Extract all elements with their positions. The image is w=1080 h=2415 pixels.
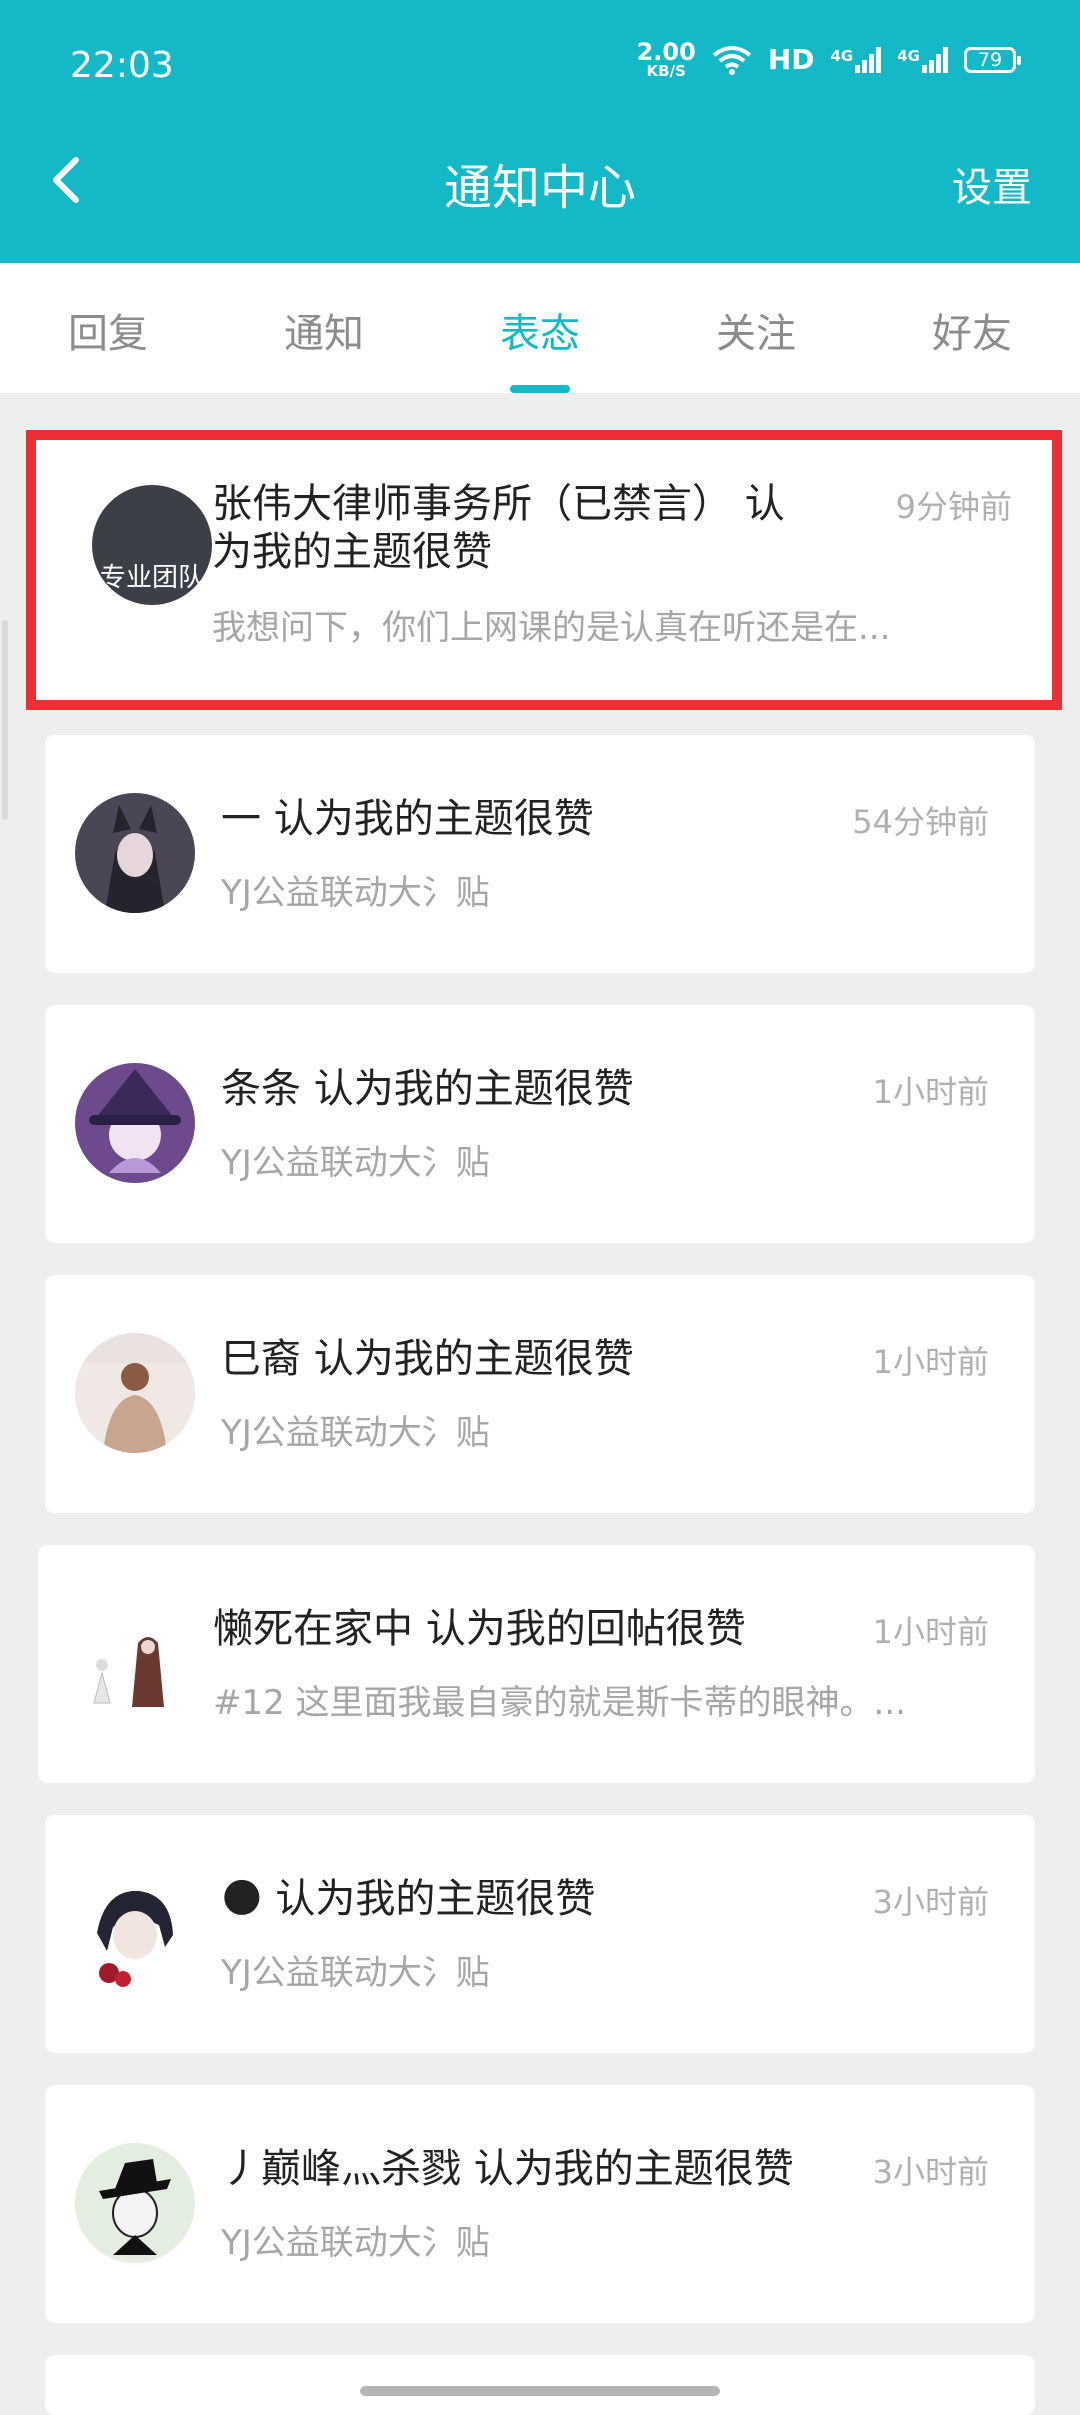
- item-subtitle: YJ公益联动大氵贴: [221, 1143, 490, 1183]
- item-time: 1小时前: [872, 1073, 989, 1111]
- list-item[interactable]: 懒死在家中 认为我的回帖很赞 1小时前 #12 这里面我最自豪的就是斯卡蒂的眼神…: [38, 1545, 1035, 1783]
- item-subtitle: YJ公益联动大氵贴: [221, 873, 490, 913]
- witch-character-icon: [89, 1069, 181, 1173]
- item-title: 丿巅峰灬杀戮 认为我的主题很赞: [221, 2146, 794, 2192]
- avatar: 专业团队: [92, 485, 212, 605]
- tab-follow[interactable]: 关注: [648, 263, 864, 393]
- item-time: 9分钟前: [895, 488, 1012, 526]
- avatar: [75, 1333, 195, 1453]
- tab-reply[interactable]: 回复: [0, 263, 216, 393]
- list-item[interactable]: 🌑 认为我的主题很赞 3小时前 YJ公益联动大氵贴: [45, 1815, 1035, 2053]
- item-title: 一 认为我的主题很赞: [221, 796, 594, 842]
- signal-icon-2: 4G: [897, 46, 948, 73]
- battery-level: 79: [977, 48, 1003, 71]
- item-subtitle: YJ公益联动大氵贴: [221, 1953, 490, 1993]
- item-time: 1小时前: [872, 1613, 989, 1651]
- battery-icon: 79: [964, 46, 1021, 73]
- item-subtitle: YJ公益联动大氵贴: [221, 2223, 490, 2263]
- item-title: 张伟大律师事务所（已禁言） 认为我的主题很赞: [212, 481, 785, 575]
- tab-notice[interactable]: 通知: [216, 263, 432, 393]
- list-item[interactable]: 丿巅峰灬杀戮 认为我的主题很赞 3小时前 YJ公益联动大氵贴: [45, 2085, 1035, 2323]
- tab-reaction[interactable]: 表态: [432, 263, 648, 393]
- avatar-caption: 专业团队: [99, 562, 204, 593]
- signal-2-label: 4G: [897, 46, 920, 65]
- item-time: 1小时前: [872, 1343, 989, 1381]
- item-title: 懒死在家中 认为我的回帖很赞: [213, 1606, 746, 1652]
- signal-1-label: 4G: [830, 46, 854, 65]
- avatar: [75, 2143, 195, 2263]
- item-subtitle: #12 这里面我最自豪的就是斯卡蒂的眼神。...: [213, 1683, 906, 1723]
- list-item[interactable]: 一 认为我的主题很赞 54分钟前 YJ公益联动大氵贴: [45, 735, 1035, 973]
- status-time: 22:03: [70, 45, 174, 86]
- home-indicator[interactable]: [360, 2386, 720, 2396]
- item-subtitle: 我想问下，你们上网课的是认真在听还是在...: [212, 608, 891, 648]
- dark-hair-character-icon: [97, 1890, 173, 1987]
- avatar: [75, 1063, 195, 1183]
- list-item[interactable]: 专业团队 张伟大律师事务所（已禁言） 认为我的主题很赞 9分钟前 我想问下，你们…: [26, 430, 1062, 710]
- portrait-photo-icon: [75, 1333, 195, 1453]
- app-header: 22:03 2.00 KB/S HD 4G 4G 79 通知中心 设置: [0, 0, 1080, 263]
- network-speed-value: 2.00: [636, 38, 696, 66]
- list-item[interactable]: 条条 认为我的主题很赞 1小时前 YJ公益联动大氵贴: [45, 1005, 1035, 1243]
- network-speed-unit: KB/S: [646, 62, 686, 80]
- hat-character-icon: [99, 2159, 171, 2255]
- list-item-partial[interactable]: [45, 2355, 1035, 2415]
- signal-icon-1: 4G: [830, 46, 882, 73]
- item-subtitle: YJ公益联动大氵贴: [221, 1413, 490, 1453]
- list-item[interactable]: 巳裔 认为我的主题很赞 1小时前 YJ公益联动大氵贴: [45, 1275, 1035, 1513]
- network-speed: 2.00 KB/S: [637, 40, 696, 79]
- item-title: 🌑 认为我的主题很赞: [221, 1876, 596, 1922]
- item-time: 54分钟前: [852, 803, 989, 841]
- anime-character-icon: [105, 805, 165, 913]
- status-icons: 2.00 KB/S HD 4G 4G 79: [637, 40, 1021, 79]
- wifi-icon: [712, 45, 752, 75]
- scroll-indicator: [2, 620, 8, 820]
- tab-friends[interactable]: 好友: [864, 263, 1080, 393]
- item-time: 3小时前: [872, 2153, 989, 2191]
- avatar: [75, 1873, 195, 1993]
- avatar: [68, 1603, 188, 1723]
- page-title: 通知中心: [443, 160, 636, 216]
- hd-label: HD: [767, 43, 815, 76]
- sketch-figures-icon: [93, 1637, 164, 1707]
- tab-bar: 回复 通知 表态 关注 好友: [0, 263, 1080, 393]
- item-time: 3小时前: [872, 1883, 989, 1921]
- item-title: 巳裔 认为我的主题很赞: [221, 1336, 634, 1382]
- item-title: 条条 认为我的主题很赞: [221, 1066, 634, 1112]
- avatar: [75, 793, 195, 913]
- settings-button[interactable]: 设置: [952, 155, 1032, 213]
